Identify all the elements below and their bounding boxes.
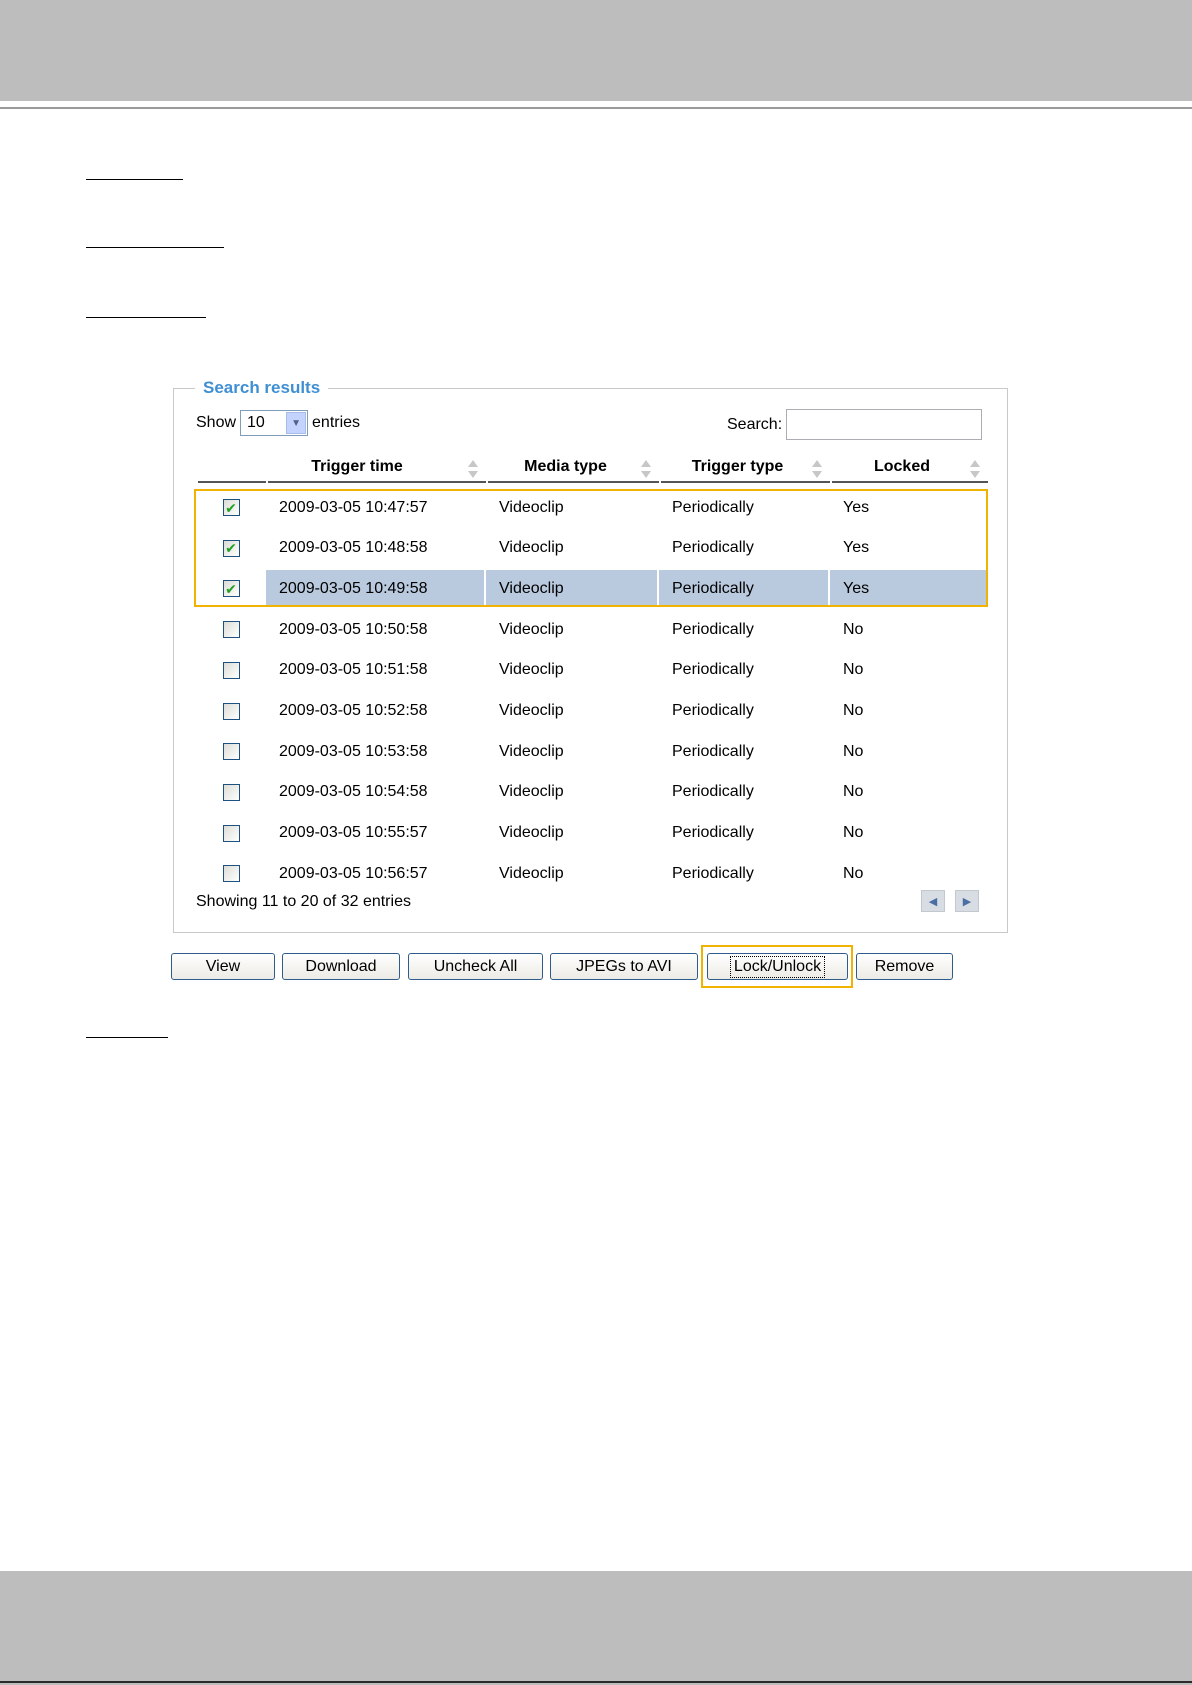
trigger-time-cell: 2009-03-05 10:56:57 <box>279 864 428 882</box>
column-header-checkbox <box>198 453 266 483</box>
locked-cell: No <box>843 661 864 679</box>
row-checkbox[interactable] <box>222 783 240 801</box>
table-row[interactable]: 2009-03-05 10:51:58 Videoclip Periodically… <box>197 652 986 689</box>
entries-label: entries <box>312 414 361 431</box>
trigger-time-cell: 2009-03-05 10:55:57 <box>279 824 428 842</box>
trigger-time-cell: 2009-03-05 10:53:58 <box>279 742 428 760</box>
search-input[interactable] <box>786 409 983 440</box>
table-row[interactable]: 2009-03-05 10:53:58 Videoclip Periodically… <box>197 733 986 770</box>
locked-cell: No <box>843 702 864 719</box>
header-band <box>0 0 1192 101</box>
row-checkbox-cell <box>197 815 265 852</box>
blank-line-3 <box>86 317 206 318</box>
footer-rule <box>0 1681 1192 1683</box>
media-type-cell: Videoclip <box>499 702 564 719</box>
row-checkbox-cell <box>197 855 265 892</box>
download-button[interactable]: Download <box>282 953 400 980</box>
sort-icon <box>970 460 980 478</box>
table-row[interactable]: 2009-03-05 10:56:57 Videoclip Periodically… <box>197 855 986 892</box>
blank-line-1 <box>86 179 183 180</box>
search-label: Search: <box>727 415 783 433</box>
row-checkbox-cell <box>197 652 265 689</box>
triangle-right-icon[interactable]: ▶ <box>955 890 979 912</box>
column-header-media-type[interactable]: Media type <box>488 453 659 483</box>
table-row[interactable]: 2009-03-05 10:54:58 Videoclip Periodically… <box>197 774 986 811</box>
locked-cell: No <box>843 864 864 882</box>
trigger-time-cell: 2009-03-05 10:51:58 <box>279 661 428 679</box>
table-row[interactable]: 2009-03-05 10:55:57 Videoclip Periodically… <box>197 815 986 852</box>
blank-line-2 <box>86 247 224 248</box>
media-type-cell: Videoclip <box>499 783 564 801</box>
trigger-time-cell: 2009-03-05 10:52:58 <box>279 702 428 719</box>
sort-icon <box>468 460 478 478</box>
trigger-type-cell: Periodically <box>672 742 754 760</box>
search-results-legend: Search results <box>195 378 329 398</box>
row-checkbox-cell <box>197 774 265 811</box>
triangle-left-icon[interactable]: ◀ <box>921 890 945 912</box>
sort-icon <box>641 460 651 478</box>
trigger-type-cell: Periodically <box>672 661 754 679</box>
column-header-trigger-time[interactable]: Trigger time <box>268 453 486 483</box>
media-type-cell: Videoclip <box>499 864 564 882</box>
trigger-time-cell: 2009-03-05 10:54:58 <box>279 783 428 801</box>
selection-highlight-box <box>194 489 988 607</box>
blank-line-4 <box>86 1037 168 1038</box>
entries-per-page-value: 10 <box>247 414 265 431</box>
row-checkbox-cell <box>197 693 265 730</box>
locked-cell: No <box>843 783 864 801</box>
length-menu: Show 10 ▼ entries <box>196 410 360 436</box>
table-info: Showing 11 to 20 of 32 entries <box>196 893 411 910</box>
jpegs-to-avi-button[interactable]: JPEGs to AVI <box>550 953 698 980</box>
column-header-trigger-type[interactable]: Trigger type <box>661 453 830 483</box>
trigger-type-cell: Periodically <box>672 620 754 638</box>
footer-band <box>0 1571 1192 1685</box>
search-filter: Search: <box>727 409 983 440</box>
view-button[interactable]: View <box>171 953 275 980</box>
row-checkbox[interactable] <box>222 661 240 679</box>
chevron-down-icon[interactable]: ▼ <box>286 412 307 434</box>
locked-cell: No <box>843 620 864 638</box>
row-checkbox[interactable] <box>222 743 240 761</box>
row-checkbox[interactable] <box>222 865 240 883</box>
lock-unlock-highlight-box <box>701 945 853 988</box>
entries-per-page-select[interactable]: 10 ▼ <box>240 410 309 436</box>
locked-cell: No <box>843 742 864 760</box>
trigger-type-cell: Periodically <box>672 864 754 882</box>
table-row[interactable]: 2009-03-05 10:50:58 Videoclip Periodically… <box>197 611 986 648</box>
table-row[interactable]: 2009-03-05 10:52:58 Videoclip Periodically… <box>197 693 986 730</box>
row-checkbox[interactable] <box>222 702 240 720</box>
media-type-cell: Videoclip <box>499 661 564 679</box>
sort-icon <box>812 460 822 478</box>
row-checkbox-cell <box>197 611 265 648</box>
row-checkbox[interactable] <box>222 621 240 639</box>
remove-button[interactable]: Remove <box>856 953 953 980</box>
media-type-cell: Videoclip <box>499 620 564 638</box>
media-type-cell: Videoclip <box>499 824 564 842</box>
row-checkbox-cell <box>197 733 265 770</box>
column-header-locked[interactable]: Locked <box>832 453 988 483</box>
row-checkbox[interactable] <box>222 824 240 842</box>
locked-cell: No <box>843 824 864 842</box>
show-label: Show <box>196 414 237 431</box>
media-type-cell: Videoclip <box>499 742 564 760</box>
trigger-type-cell: Periodically <box>672 702 754 719</box>
uncheck-all-button[interactable]: Uncheck All <box>408 953 543 980</box>
trigger-type-cell: Periodically <box>672 783 754 801</box>
trigger-type-cell: Periodically <box>672 824 754 842</box>
header-rule <box>0 107 1192 109</box>
trigger-time-cell: 2009-03-05 10:50:58 <box>279 620 428 638</box>
